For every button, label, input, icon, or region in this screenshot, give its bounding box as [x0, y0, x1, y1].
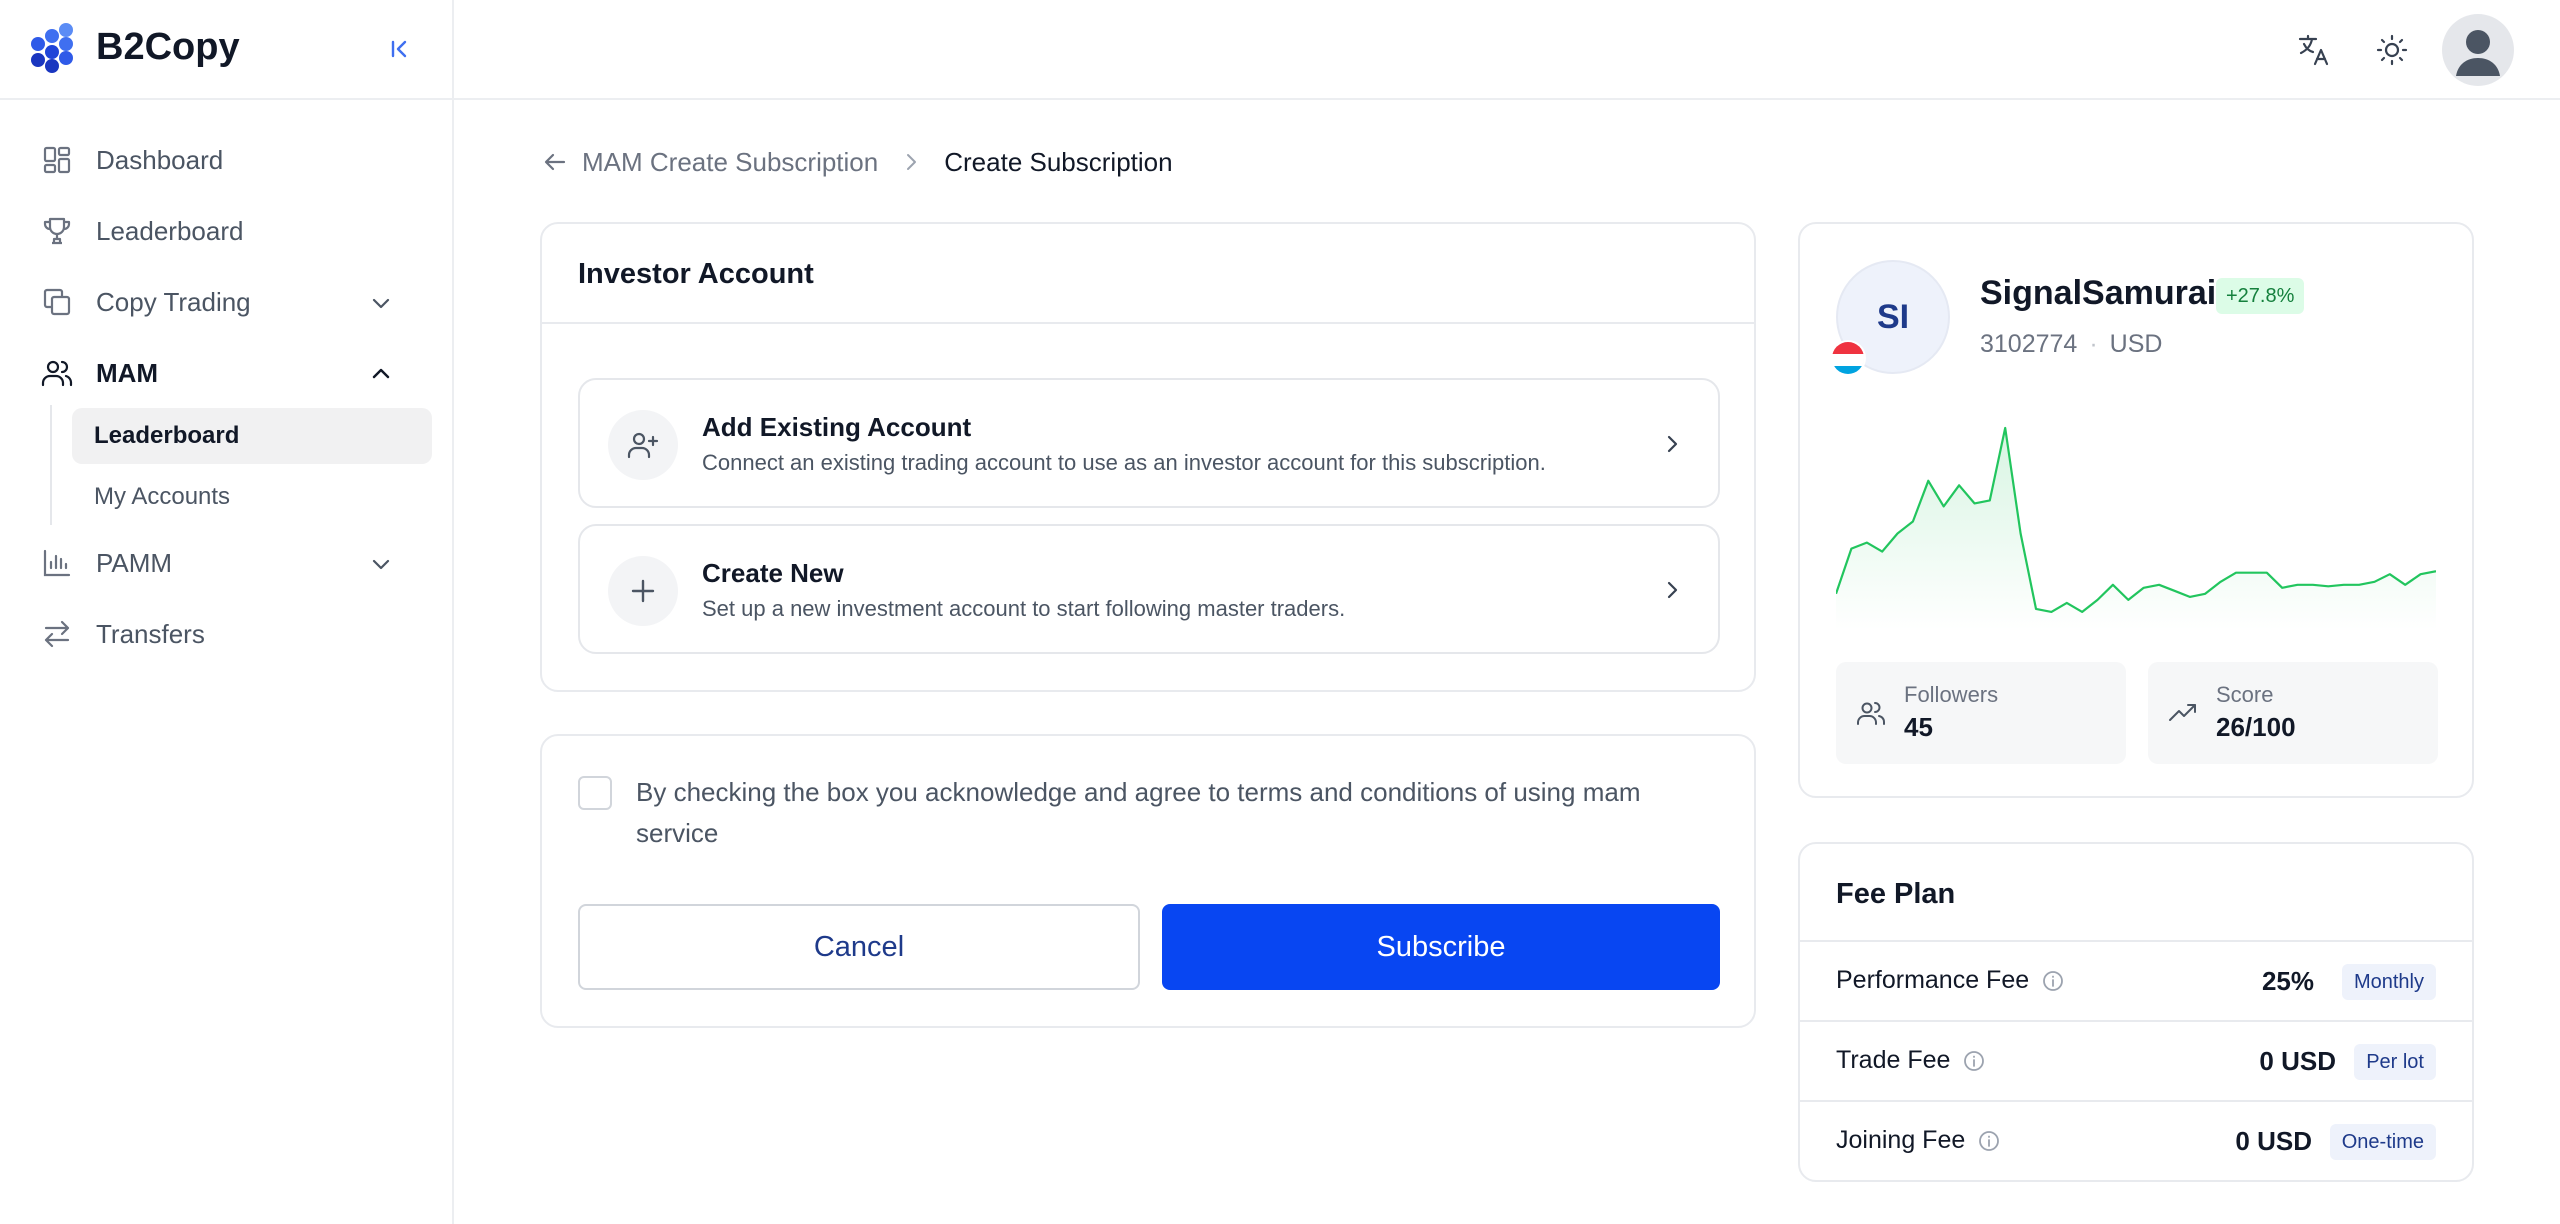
- user-avatar[interactable]: [2442, 14, 2514, 86]
- sidebar-item-label: Leaderboard: [96, 215, 244, 246]
- translate-icon[interactable]: [2294, 30, 2334, 70]
- fee-value: 25%: [2261, 966, 2314, 996]
- trader-name: SignalSamurai: [1980, 274, 2217, 312]
- option-title: Create New: [702, 558, 844, 588]
- dashboard-icon: [40, 143, 74, 177]
- followers-label: Followers: [1904, 682, 1999, 707]
- performance-chart: [1836, 426, 2436, 630]
- chevron-down-icon: [372, 559, 390, 570]
- option-title: Add Existing Account: [702, 412, 972, 442]
- sidebar-subitem-mam-leaderboard[interactable]: Leaderboard: [72, 408, 432, 464]
- info-icon[interactable]: [1977, 1129, 2001, 1153]
- plus-icon: [608, 556, 678, 626]
- account-currency: USD: [2109, 330, 2163, 358]
- sidebar-item-mam[interactable]: MAM: [40, 345, 432, 401]
- sidebar-item-label: PAMM: [96, 547, 173, 578]
- fee-period-tag: Per lot: [2354, 1044, 2436, 1080]
- create-new-account-option[interactable]: Create New Set up a new investment accou…: [578, 524, 1720, 654]
- fee-name: Joining Fee: [1836, 1126, 1966, 1154]
- score-value: 26/100: [2216, 712, 2296, 742]
- sidebar-item-leaderboard[interactable]: Leaderboard: [40, 203, 432, 259]
- trader-card: SI SignalSamurai +27.8% 3102774 · USD Foll…: [1798, 222, 2474, 798]
- info-icon[interactable]: [1962, 1049, 1986, 1073]
- brand-header: B2Copy: [0, 0, 452, 100]
- chevron-up-icon: [372, 368, 390, 379]
- followers-stat: Followers 45: [1836, 662, 2126, 764]
- score-stat: Score 26/100: [2148, 662, 2438, 764]
- user-plus-icon: [608, 410, 678, 480]
- sidebar: B2Copy Dashboard Leaderboard Copy Tradin…: [0, 0, 454, 1224]
- bar-chart-icon: [40, 546, 74, 580]
- submenu-guide-line: [50, 405, 52, 525]
- fee-plan-title: Fee Plan: [1836, 878, 1956, 910]
- add-existing-account-option[interactable]: Add Existing Account Connect an existing…: [578, 378, 1720, 508]
- sidebar-item-label: MAM: [96, 357, 159, 388]
- trending-up-icon: [2169, 704, 2196, 721]
- collapse-sidebar-icon[interactable]: [384, 34, 414, 64]
- breadcrumb-parent-link[interactable]: MAM Create Subscription: [582, 147, 878, 178]
- sidebar-item-label: Dashboard: [96, 144, 224, 175]
- sidebar-item-copy-trading[interactable]: Copy Trading: [40, 274, 432, 330]
- theme-toggle-icon[interactable]: [2372, 30, 2412, 70]
- performance-badge: +27.8%: [2216, 278, 2305, 314]
- trader-account-meta: 3102774 · USD: [1980, 330, 2162, 359]
- sidebar-item-dashboard[interactable]: Dashboard: [40, 132, 432, 188]
- breadcrumb-current: Create Subscription: [944, 146, 1173, 177]
- user-icon: [2456, 30, 2500, 76]
- investor-account-card: Investor Account Add Existing Account Co…: [540, 222, 1756, 692]
- logo-icon: [31, 23, 73, 73]
- fee-plan-card: Fee Plan Performance Fee 25% Monthly Tra…: [1798, 842, 2474, 1182]
- sidebar-item-pamm[interactable]: PAMM: [40, 535, 432, 591]
- fee-row-performance: Performance Fee 25% Monthly: [1800, 942, 2472, 1022]
- chevron-right-icon: [907, 154, 917, 170]
- fee-value: 0 USD: [2235, 1126, 2312, 1156]
- separator-dot: ·: [2089, 330, 2098, 358]
- option-description: Connect an existing trading account to u…: [702, 450, 1546, 475]
- arrow-left-icon[interactable]: [540, 147, 570, 177]
- fee-row-trade: Trade Fee 0 USD Per lot: [1800, 1022, 2472, 1102]
- followers-icon: [1857, 702, 1886, 725]
- users-icon: [40, 356, 74, 390]
- fee-period-tag: One-time: [2329, 1124, 2436, 1160]
- chevron-down-icon: [372, 298, 390, 309]
- sidebar-item-label: Copy Trading: [96, 286, 251, 317]
- terms-text: By checking the box you acknowledge and …: [636, 777, 1641, 848]
- terms-checkbox[interactable]: [578, 776, 612, 810]
- chevron-right-icon: [1667, 435, 1678, 453]
- fee-name: Performance Fee: [1836, 966, 2030, 994]
- sidebar-subitem-my-accounts[interactable]: My Accounts: [72, 469, 432, 525]
- breadcrumb: MAM Create Subscription Create Subscript…: [540, 144, 1173, 180]
- investor-account-title: Investor Account: [578, 258, 814, 290]
- sidebar-item-transfers[interactable]: Transfers: [40, 606, 432, 662]
- transfer-icon: [40, 617, 74, 651]
- account-number: 3102774: [1980, 330, 2078, 358]
- trophy-icon: [40, 214, 74, 248]
- fee-name: Trade Fee: [1836, 1046, 1951, 1074]
- followers-value: 45: [1904, 712, 1933, 742]
- score-label: Score: [2216, 682, 2274, 707]
- cancel-button[interactable]: Cancel: [578, 904, 1140, 990]
- info-icon[interactable]: [2041, 969, 2065, 993]
- option-description: Set up a new investment account to start…: [702, 596, 1346, 621]
- subscribe-button[interactable]: Subscribe: [1162, 904, 1720, 990]
- chevron-right-icon: [1667, 581, 1678, 599]
- sidebar-item-label: Transfers: [96, 618, 205, 649]
- agreement-card: By checking the box you acknowledge and …: [540, 734, 1756, 1028]
- country-flag-icon: [1830, 340, 1866, 376]
- chart-area: [1836, 428, 2436, 630]
- top-bar: [454, 0, 2560, 100]
- fee-period-tag: Monthly: [2341, 964, 2436, 1000]
- copy-icon: [40, 285, 74, 319]
- app-name: B2Copy: [96, 26, 240, 68]
- fee-row-joining: Joining Fee 0 USD One-time: [1800, 1102, 2472, 1182]
- fee-value: 0 USD: [2259, 1046, 2336, 1076]
